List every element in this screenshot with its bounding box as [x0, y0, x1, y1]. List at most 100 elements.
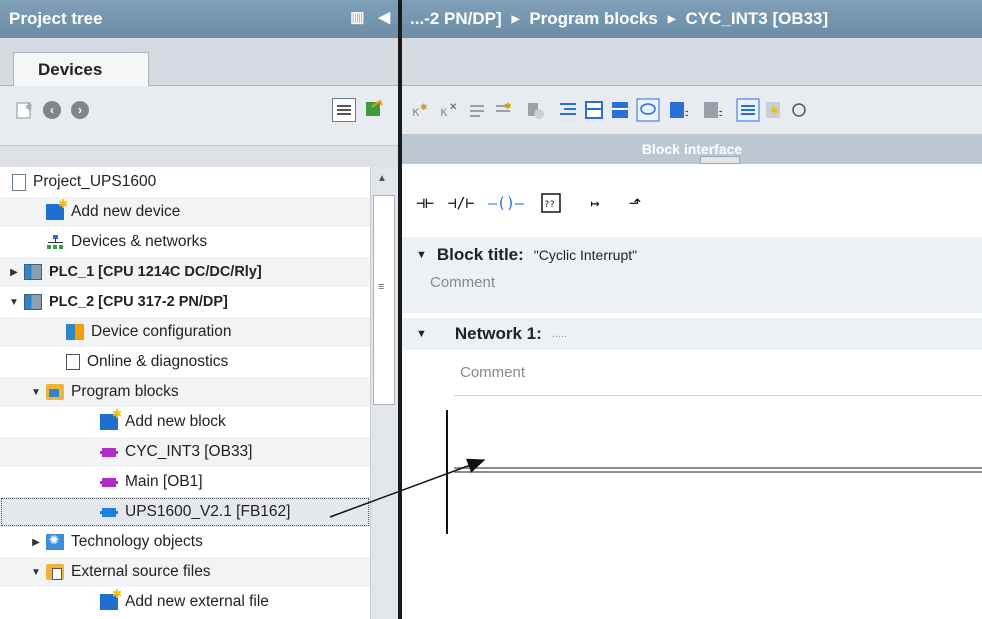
tree-item-label: Project_UPS1600: [33, 173, 157, 190]
block-title-label: Block title:: [436, 245, 524, 264]
tree-item[interactable]: ▼ PLC_2 [CPU 317-2 PN/DP]: [0, 287, 370, 317]
tree-item-label: UPS1600_V2.1 [FB162]: [125, 503, 291, 520]
splitter-handle[interactable]: [700, 156, 740, 164]
network-icon: [46, 234, 64, 250]
breadcrumb-separator-icon: ▶: [667, 13, 676, 25]
tree-item[interactable]: CYC_INT3 [OB33]: [0, 437, 370, 467]
block-title-value[interactable]: "Cyclic Interrupt": [534, 247, 637, 263]
ob-icon: [100, 474, 118, 490]
svg-text:✱: ✱: [504, 101, 512, 111]
align-left-icon[interactable]: [558, 100, 578, 120]
project-tree-toolbar: ✱ ‹ ›: [0, 86, 398, 146]
tree-item[interactable]: ▼ Program blocks: [0, 377, 370, 407]
absolute-operands-icon[interactable]: ±: [668, 100, 688, 120]
new-item-icon[interactable]: ✱: [14, 100, 34, 120]
diagnostics-icon: [66, 354, 80, 370]
svg-text:±: ±: [719, 105, 722, 119]
collapsed-arrow-icon[interactable]: ▶: [8, 267, 20, 278]
split-view-icon[interactable]: ▥: [350, 8, 364, 28]
block-interface-bar[interactable]: Block interface: [402, 134, 982, 164]
tree-item[interactable]: ▼ External source files: [0, 557, 370, 587]
delete-network-icon[interactable]: κ ✕: [440, 100, 460, 120]
add-block-icon: [100, 407, 122, 430]
tree-item[interactable]: Add new external file: [0, 587, 370, 617]
tree-item[interactable]: Device configuration: [0, 317, 370, 347]
breadcrumb-item[interactable]: Program blocks: [529, 9, 658, 29]
tree-item[interactable]: Add new device: [0, 197, 370, 227]
tree-item-label: PLC_1 [CPU 1214C DC/DC/Rly]: [49, 264, 262, 280]
forward-icon[interactable]: ›: [70, 100, 90, 120]
insert-network-icon[interactable]: κ ✱: [412, 100, 432, 120]
insert-row-icon[interactable]: [468, 100, 488, 120]
breadcrumb-item[interactable]: CYC_INT3 [OB33]: [686, 9, 829, 29]
svg-text:✕: ✕: [449, 102, 457, 113]
scrollbar-thumb[interactable]: [373, 195, 395, 405]
tree-item-label: Add new external file: [125, 593, 269, 610]
tree-item[interactable]: ▶ PLC_1 [CPU 1214C DC/DC/Rly]: [0, 257, 370, 287]
tree-item-label: Device configuration: [91, 323, 232, 340]
tree-item[interactable]: Devices & networks: [0, 227, 370, 257]
svg-text:✱: ✱: [25, 102, 33, 112]
rung-line[interactable]: [454, 467, 982, 473]
svg-text:±: ±: [685, 105, 688, 119]
expanded-arrow-icon[interactable]: ▼: [30, 387, 42, 398]
list-view-icon[interactable]: [736, 98, 760, 122]
network-header: ▼ Network 1: .....: [402, 318, 982, 350]
expanded-arrow-icon[interactable]: ▼: [8, 297, 20, 308]
editor-tab-strip: [402, 38, 982, 86]
tree-item-label: CYC_INT3 [OB33]: [125, 443, 253, 460]
collapse-network-icon[interactable]: ▼: [416, 328, 427, 340]
tree-scrollbar[interactable]: ▲ ≡: [370, 167, 398, 619]
tree-item-label: Technology objects: [71, 533, 203, 550]
network-comment[interactable]: Comment: [460, 364, 525, 381]
breadcrumb: ...-2 PN/DP] ▶ Program blocks ▶ CYC_INT3…: [402, 0, 982, 38]
block-comment[interactable]: Comment: [430, 274, 495, 291]
add-row-icon[interactable]: ✱: [494, 100, 514, 120]
tree-item[interactable]: UPS1600_V2.1 [FB162]: [0, 497, 370, 527]
svg-text:✱: ✱: [420, 102, 428, 112]
settings-icon[interactable]: ✱: [764, 100, 784, 120]
tree-item-label: Program blocks: [71, 383, 179, 400]
output-coil-icon[interactable]: —()—: [486, 188, 526, 218]
collapse-pane-icon[interactable]: ◀: [378, 8, 390, 28]
svg-text:κ: κ: [440, 105, 448, 120]
block-call-icon[interactable]: [526, 100, 546, 120]
svg-text:✱: ✱: [770, 106, 778, 117]
details-view-icon[interactable]: [332, 98, 356, 122]
tab-devices[interactable]: Devices: [13, 52, 149, 86]
tree-item[interactable]: Main [OB1]: [0, 467, 370, 497]
breadcrumb-item[interactable]: ...-2 PN/DP]: [410, 9, 502, 29]
tree-item-label: PLC_2 [CPU 317-2 PN/DP]: [49, 294, 228, 310]
favorites-dropdown-icon[interactable]: ±: [702, 100, 722, 120]
expanded-arrow-icon[interactable]: ▼: [30, 567, 42, 578]
collapse-all-icon[interactable]: [610, 100, 630, 120]
plc-icon: [24, 264, 42, 280]
refresh-icon[interactable]: [790, 100, 810, 120]
empty-box-icon[interactable]: ??: [536, 188, 566, 218]
back-icon[interactable]: ‹: [42, 100, 62, 120]
collapsed-arrow-icon[interactable]: ▶: [30, 537, 42, 548]
ob-icon: [100, 444, 118, 460]
editor-pane: ...-2 PN/DP] ▶ Program blocks ▶ CYC_INT3…: [402, 0, 982, 619]
network-title-row: ▼ Network 1: .....: [416, 324, 567, 344]
network-title-placeholder[interactable]: .....: [552, 328, 567, 340]
close-branch-icon[interactable]: ⬏: [620, 188, 650, 218]
tree-item[interactable]: Online & diagnostics: [0, 347, 370, 377]
comments-icon[interactable]: [636, 98, 660, 122]
tree-item[interactable]: Add new block: [0, 407, 370, 437]
tree-item-label: Main [OB1]: [125, 473, 203, 490]
technology-icon: [46, 533, 64, 550]
export-icon[interactable]: [364, 98, 384, 118]
open-branch-icon[interactable]: ↦: [580, 188, 610, 218]
block-interface-label: Block interface: [641, 141, 743, 157]
svg-text:??: ??: [544, 200, 555, 210]
tree-item[interactable]: ▶ Technology objects: [0, 527, 370, 557]
tree-item[interactable]: Project_UPS1600: [0, 167, 370, 197]
scroll-up-icon[interactable]: ▲: [377, 173, 387, 184]
normally-closed-contact-icon[interactable]: ⊣/⊢: [446, 188, 476, 218]
breadcrumb-separator-icon: ▶: [511, 13, 520, 25]
collapse-block-title-icon[interactable]: ▼: [416, 249, 427, 261]
tab-strip: Devices: [0, 38, 398, 86]
expand-all-icon[interactable]: [584, 100, 604, 120]
normally-open-contact-icon[interactable]: ⊣⊢: [410, 188, 440, 218]
